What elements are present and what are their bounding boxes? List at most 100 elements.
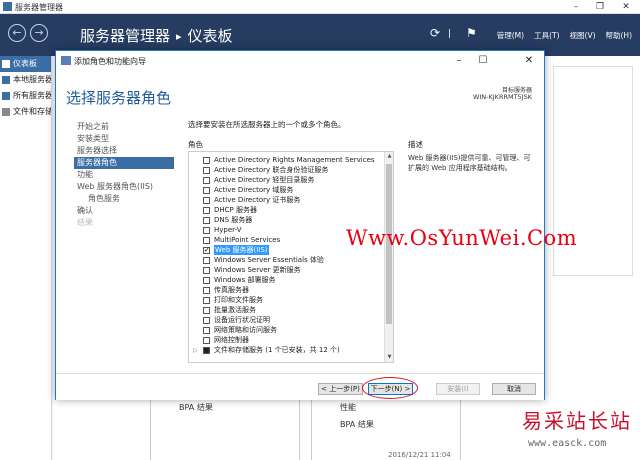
role-item[interactable]: 网络控制器 bbox=[189, 335, 393, 345]
roles-list-scrollbar[interactable]: ▲ ▼ bbox=[384, 152, 393, 362]
role-item[interactable]: 传真服务器 bbox=[189, 285, 393, 295]
wizard-steps-nav: 开始之前 安装类型 服务器选择 服务器角色 功能 Web 服务器角色(IIS) … bbox=[74, 121, 174, 229]
role-item[interactable]: DNS 服务器 bbox=[189, 215, 393, 225]
role-item[interactable]: 批量激活服务 bbox=[189, 305, 393, 315]
sidebar-item-label: 仪表板 bbox=[13, 59, 37, 68]
menu-view[interactable]: 视图(V) bbox=[570, 30, 596, 41]
step-installation-type[interactable]: 安装类型 bbox=[74, 133, 174, 145]
restore-icon[interactable]: ❐ bbox=[588, 0, 612, 14]
role-checkbox[interactable] bbox=[203, 306, 210, 314]
role-checkbox[interactable] bbox=[203, 276, 210, 284]
step-confirmation[interactable]: 确认 bbox=[74, 205, 174, 217]
description-text: Web 服务器(IIS)提供可靠、可管理、可扩展的 Web 应用程序基础结构。 bbox=[408, 154, 531, 172]
close-icon[interactable]: ✕ bbox=[614, 0, 638, 14]
role-item[interactable]: 打印和文件服务 bbox=[189, 295, 393, 305]
role-checkbox[interactable] bbox=[203, 166, 210, 174]
server-manager-app-icon bbox=[3, 2, 12, 11]
role-label: 批量激活服务 bbox=[214, 306, 256, 314]
role-checkbox[interactable] bbox=[203, 296, 210, 304]
role-label: Windows Server 更新服务 bbox=[214, 266, 301, 274]
scroll-up-icon[interactable]: ▲ bbox=[385, 152, 393, 161]
role-item[interactable]: Active Directory 联合身份验证服务 bbox=[189, 165, 393, 175]
annotation-circle-next bbox=[362, 377, 418, 399]
step-role-services[interactable]: 角色服务 bbox=[74, 193, 174, 205]
tile-bpa-results[interactable]: BPA 结果 bbox=[340, 419, 374, 430]
step-features[interactable]: 功能 bbox=[74, 169, 174, 181]
role-item[interactable]: Active Directory 轻型目录服务 bbox=[189, 175, 393, 185]
watermark-logo: 易采站长站 bbox=[522, 409, 632, 433]
menu-help[interactable]: 帮助(H) bbox=[606, 30, 633, 41]
description-header: 描述 bbox=[408, 140, 423, 149]
roles-list[interactable]: Active Directory Rights Management Servi… bbox=[188, 151, 394, 363]
role-label: 设备运行状况证明 bbox=[214, 316, 270, 324]
role-label: DHCP 服务器 bbox=[214, 206, 257, 214]
menu-bar: 管理(M) 工具(T) 视图(V) 帮助(H) bbox=[497, 30, 632, 41]
sidebar-item-file-storage[interactable]: 文件和存储服务 bbox=[0, 104, 51, 120]
refresh-icon[interactable]: ⟳ bbox=[430, 26, 440, 40]
wizard-minimize-icon[interactable]: – bbox=[448, 53, 470, 69]
role-checkbox[interactable] bbox=[203, 186, 210, 194]
install-button: 安装(I) bbox=[436, 383, 480, 395]
role-checkbox[interactable] bbox=[203, 226, 210, 234]
role-item[interactable]: Active Directory Rights Management Servi… bbox=[189, 155, 393, 165]
breadcrumb-root[interactable]: 服务器管理器 bbox=[80, 27, 170, 45]
step-server-roles[interactable]: 服务器角色 bbox=[74, 157, 174, 169]
step-server-selection[interactable]: 服务器选择 bbox=[74, 145, 174, 157]
scroll-down-icon[interactable]: ▼ bbox=[385, 353, 393, 362]
previous-button[interactable]: < 上一步(P) bbox=[318, 383, 363, 395]
role-checkbox[interactable] bbox=[203, 266, 210, 274]
role-checkbox[interactable] bbox=[203, 156, 210, 164]
wizard-maximize-icon[interactable]: ☐ bbox=[472, 53, 494, 69]
wizard-close-icon[interactable]: ✕ bbox=[518, 53, 540, 69]
storage-icon bbox=[2, 108, 10, 116]
role-label: 文件和存储服务 (1 个已安装，共 12 个) bbox=[214, 346, 340, 354]
role-checkbox[interactable] bbox=[203, 206, 210, 214]
role-label: Active Directory 联合身份验证服务 bbox=[214, 166, 329, 174]
back-arrow-icon[interactable]: ← bbox=[8, 24, 26, 42]
wizard-footer: < 上一步(P) 下一步(N) > 安装(I) 取消 bbox=[56, 373, 544, 400]
server-manager-window-title: 服务器管理器 bbox=[15, 3, 63, 12]
expand-icon[interactable]: ▷ bbox=[193, 347, 198, 354]
role-item[interactable]: Windows 部署服务 bbox=[189, 275, 393, 285]
role-item[interactable]: ▷ 文件和存储服务 (1 个已安装，共 12 个) bbox=[189, 345, 393, 355]
roles-header: 角色 bbox=[188, 140, 203, 149]
step-web-server-role[interactable]: Web 服务器角色(IIS) bbox=[74, 181, 174, 193]
role-label: MultiPoint Services bbox=[214, 236, 281, 244]
role-item[interactable]: Active Directory 证书服务 bbox=[189, 195, 393, 205]
forward-arrow-icon[interactable]: → bbox=[30, 24, 48, 42]
role-checkbox[interactable] bbox=[203, 346, 210, 354]
wizard-app-icon bbox=[61, 56, 71, 65]
divider-icon: | bbox=[448, 29, 452, 39]
wizard-titlebar: 添加角色和功能向导 – ☐ ✕ bbox=[56, 51, 544, 71]
menu-tools[interactable]: 工具(T) bbox=[534, 30, 559, 41]
sidebar-item-dashboard[interactable]: 仪表板 bbox=[0, 56, 51, 72]
role-checkbox[interactable] bbox=[203, 216, 210, 224]
role-checkbox[interactable] bbox=[203, 176, 210, 184]
role-item[interactable]: Active Directory 域服务 bbox=[189, 185, 393, 195]
role-item[interactable]: 网络策略和访问服务 bbox=[189, 325, 393, 335]
notification-flag-icon[interactable]: ⚑ bbox=[466, 26, 477, 40]
role-checkbox[interactable] bbox=[203, 196, 210, 204]
add-roles-wizard-dialog: 添加角色和功能向导 – ☐ ✕ 选择服务器角色 目标服务器 WIN-KJKRRM… bbox=[55, 50, 545, 400]
role-checkbox[interactable] bbox=[203, 236, 210, 244]
role-checkbox[interactable] bbox=[203, 336, 210, 344]
role-item[interactable]: DHCP 服务器 bbox=[189, 205, 393, 215]
role-item[interactable]: Windows Server 更新服务 bbox=[189, 265, 393, 275]
role-checkbox[interactable] bbox=[203, 256, 210, 264]
role-item[interactable]: Windows Server Essentials 体验 bbox=[189, 255, 393, 265]
role-label: 打印和文件服务 bbox=[214, 296, 263, 304]
minimize-icon[interactable]: – bbox=[564, 0, 588, 14]
role-checkbox[interactable] bbox=[203, 316, 210, 324]
role-checkbox[interactable]: ✓ bbox=[203, 246, 210, 254]
cancel-button[interactable]: 取消 bbox=[492, 383, 536, 395]
sidebar-item-label: 本地服务器 bbox=[13, 75, 51, 84]
sidebar-item-all-servers[interactable]: 所有服务器 bbox=[0, 88, 51, 104]
sidebar-item-local-server[interactable]: 本地服务器 bbox=[0, 72, 51, 88]
role-checkbox[interactable] bbox=[203, 326, 210, 334]
role-item[interactable]: 设备运行状况证明 bbox=[189, 315, 393, 325]
step-before-you-begin[interactable]: 开始之前 bbox=[74, 121, 174, 133]
role-checkbox[interactable] bbox=[203, 286, 210, 294]
tile-performance[interactable]: 性能 bbox=[340, 402, 356, 413]
tile-bpa-results[interactable]: BPA 结果 bbox=[179, 402, 213, 413]
menu-manage[interactable]: 管理(M) bbox=[497, 30, 524, 41]
